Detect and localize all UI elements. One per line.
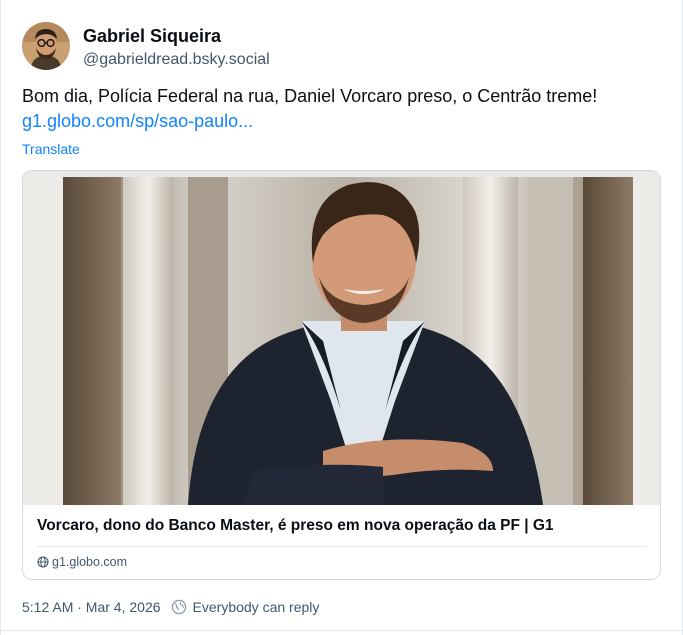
- link-card-title[interactable]: Vorcaro, dono do Banco Master, é preso e…: [37, 516, 647, 536]
- globe-icon: [37, 556, 49, 568]
- post-link[interactable]: g1.globo.com/sp/sao-paulo...: [22, 109, 662, 134]
- post-text: Bom dia, Polícia Federal na rua, Daniel …: [22, 84, 662, 134]
- earth-icon: [171, 599, 186, 615]
- post: Gabriel Siqueira @gabrieldread.bsky.soci…: [0, 0, 683, 635]
- news-photo-image: [23, 171, 660, 505]
- post-header: Gabriel Siqueira @gabrieldread.bsky.soci…: [22, 22, 270, 71]
- avatar-image: [22, 22, 70, 70]
- translate-button[interactable]: Translate: [22, 140, 80, 158]
- link-card-domain: g1.globo.com: [37, 554, 127, 570]
- post-meta: 5:12 AM · Mar 4, 2026 Everybody can repl…: [22, 598, 319, 616]
- link-card[interactable]: Vorcaro, dono do Banco Master, é preso e…: [22, 170, 661, 580]
- author-handle[interactable]: @gabrieldread.bsky.social: [83, 49, 270, 71]
- author-names: Gabriel Siqueira @gabrieldread.bsky.soci…: [83, 25, 270, 71]
- link-card-divider: [37, 546, 646, 547]
- avatar[interactable]: [22, 22, 70, 70]
- reply-setting: Everybody can reply: [171, 598, 320, 616]
- author-display-name[interactable]: Gabriel Siqueira: [83, 25, 270, 47]
- link-card-domain-text: g1.globo.com: [52, 555, 128, 569]
- post-divider: [1, 630, 682, 631]
- post-body: Bom dia, Polícia Federal na rua, Daniel …: [22, 86, 598, 106]
- link-card-image: [23, 171, 660, 505]
- reply-setting-text: Everybody can reply: [192, 599, 320, 615]
- post-timestamp[interactable]: 5:12 AM · Mar 4, 2026: [22, 598, 161, 616]
